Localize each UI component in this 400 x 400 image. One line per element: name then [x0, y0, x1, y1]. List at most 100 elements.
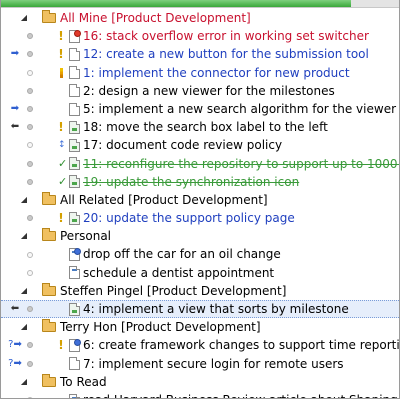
outgoing-arrow-icon: ⬅ [10, 303, 20, 314]
task-icon [66, 45, 82, 63]
expand-twisty-icon[interactable]: ◢ [17, 191, 31, 209]
incoming-arrow-icon: ➡ [10, 48, 20, 60]
activation-dot-icon[interactable] [25, 264, 35, 282]
priority-icon: ! [58, 29, 64, 44]
repository-task-icon [66, 209, 82, 227]
task-label: 18: move the search box label to the lef… [83, 120, 328, 135]
category-row[interactable]: ◢ Terry Hon [Product Development] [1, 318, 399, 336]
activation-dot-icon[interactable] [25, 355, 35, 373]
repository-task-icon [66, 301, 82, 317]
task-label: drop off the car for an oil change [83, 247, 281, 262]
activation-dot-icon[interactable] [25, 301, 35, 317]
task-row[interactable]: read Harvard Business Review article abo… [1, 391, 399, 398]
priority-icon: ! [58, 211, 64, 226]
task-row[interactable]: ➡ 5: implement a new search algorithm for… [1, 100, 399, 118]
task-tree: ◢ All Mine [Product Development]! 16: stac… [1, 9, 399, 398]
task-icon [66, 64, 82, 82]
folder-icon [41, 191, 57, 209]
task-row[interactable]: ?➡! 6: create framework changes to suppor… [1, 336, 399, 354]
category-row[interactable]: ◢ Personal [1, 227, 399, 245]
activation-dot-icon[interactable] [25, 173, 35, 191]
task-row[interactable]: ! 16: stack overflow error in working set… [1, 27, 399, 45]
task-label: read Harvard Business Review article abo… [83, 391, 399, 398]
task-label: 11: reconfigure the repository to suppor… [83, 156, 399, 171]
category-title: All Related [Product Development] [60, 191, 268, 209]
repository-task-icon [66, 173, 82, 191]
task-row[interactable]: ! 20: update the support policy page [1, 209, 399, 227]
incoming-arrow-icon: ➡ [10, 102, 20, 114]
category-title: To Read [60, 373, 107, 391]
task-label: schedule a dentist appointment [83, 265, 275, 280]
task-icon [66, 100, 82, 118]
task-label: 4: implement a view that sorts by milest… [83, 302, 349, 316]
activation-dot-icon[interactable] [25, 155, 35, 173]
task-row[interactable]: ?➡ 7: implement secure login for remote u… [1, 355, 399, 373]
folder-icon [41, 9, 57, 27]
expand-twisty-icon[interactable]: ◢ [17, 227, 31, 245]
task-label: 5: implement a new search algorithm for … [83, 101, 397, 116]
expand-twisty-icon[interactable]: ◢ [17, 373, 31, 391]
task-row[interactable]: drop off the car for an oil change [1, 245, 399, 263]
task-label: 7: implement secure login for remote use… [83, 356, 344, 371]
expand-twisty-icon[interactable]: ◢ [17, 9, 31, 27]
task-row[interactable]: 2: design a new viewer for the milestone… [1, 82, 399, 100]
task-icon [66, 82, 82, 100]
task-row[interactable]: ⬅! 18: move the search box label to the l… [1, 118, 399, 136]
task-row[interactable]: ↕ 17: document code review policy [1, 136, 399, 154]
task-row[interactable]: schedule a dentist appointment [1, 264, 399, 282]
category-title: Terry Hon [Product Development] [60, 318, 261, 336]
activation-dot-icon[interactable] [25, 391, 35, 398]
folder-icon [41, 282, 57, 300]
category-label: Terry Hon [60, 320, 118, 335]
category-label: All Mine [60, 11, 108, 25]
calendar-task-icon [66, 264, 82, 282]
synchronized-icon: ↕ [58, 140, 66, 151]
task-label: 19: update the synchronization icon [83, 174, 300, 189]
unknown-incoming-icon: ?➡ [8, 339, 22, 351]
repository-task-icon [66, 155, 82, 173]
task-row[interactable]: ➡! 12: create a new button for the submis… [1, 45, 399, 63]
task-label: 6: create framework changes to support t… [83, 338, 400, 353]
activation-dot-icon[interactable] [25, 336, 35, 354]
category-project: [Product Development] [111, 11, 251, 25]
activation-dot-icon[interactable] [25, 118, 35, 136]
priority-icon: ! [58, 120, 64, 135]
category-title: Personal [60, 227, 111, 245]
progress-bar-fill [1, 0, 351, 7]
activation-dot-icon[interactable] [25, 136, 35, 154]
expand-twisty-icon[interactable]: ◢ [17, 282, 31, 300]
expand-twisty-icon[interactable]: ◢ [17, 318, 31, 336]
activation-dot-icon[interactable] [25, 27, 35, 45]
category-title: All Mine [Product Development] [60, 9, 251, 27]
unknown-incoming-icon: ?➡ [8, 357, 22, 369]
repository-task-icon [66, 118, 82, 136]
activation-dot-icon[interactable] [25, 45, 35, 63]
category-row[interactable]: ◢ All Mine [Product Development] [1, 9, 399, 27]
progress-bar [1, 0, 399, 8]
activation-dot-icon[interactable] [25, 64, 35, 82]
activation-dot-icon[interactable] [25, 245, 35, 263]
folder-icon [41, 373, 57, 391]
priority-icon [57, 64, 65, 82]
task-row[interactable]: 1: implement the connector for new produ… [1, 64, 399, 82]
task-list-view: ◢ All Mine [Product Development]! 16: stac… [0, 0, 400, 399]
task-label: 20: update the support policy page [83, 211, 295, 226]
task-label: 12: create a new button for the submissi… [83, 47, 369, 62]
category-row[interactable]: ◢ To Read [1, 373, 399, 391]
task-label: 1: implement the connector for new produ… [83, 65, 350, 80]
task-label: 16: stack overflow error in working set … [83, 29, 369, 44]
activation-dot-icon[interactable] [25, 100, 35, 118]
task-row[interactable]: ⬅ 4: implement a view that sorts by miles… [1, 300, 399, 319]
category-label: To Read [60, 374, 107, 389]
category-project: [Product Development] [146, 283, 287, 298]
category-row[interactable]: ◢ Steffen Pingel [Product Development] [1, 282, 399, 300]
activation-dot-icon[interactable] [25, 209, 35, 227]
category-row[interactable]: ◢ All Related [Product Development] [1, 191, 399, 209]
activation-dot-icon[interactable] [25, 82, 35, 100]
category-label: All Related [60, 192, 125, 207]
category-label: Personal [60, 229, 112, 244]
task-row[interactable]: ✓ 19: update the synchronization icon [1, 173, 399, 191]
category-project: [Product Development] [121, 320, 261, 335]
task-row[interactable]: ✓ 11: reconfigure the repository to suppo… [1, 155, 399, 173]
outgoing-arrow-icon: ⬅ [10, 121, 20, 133]
